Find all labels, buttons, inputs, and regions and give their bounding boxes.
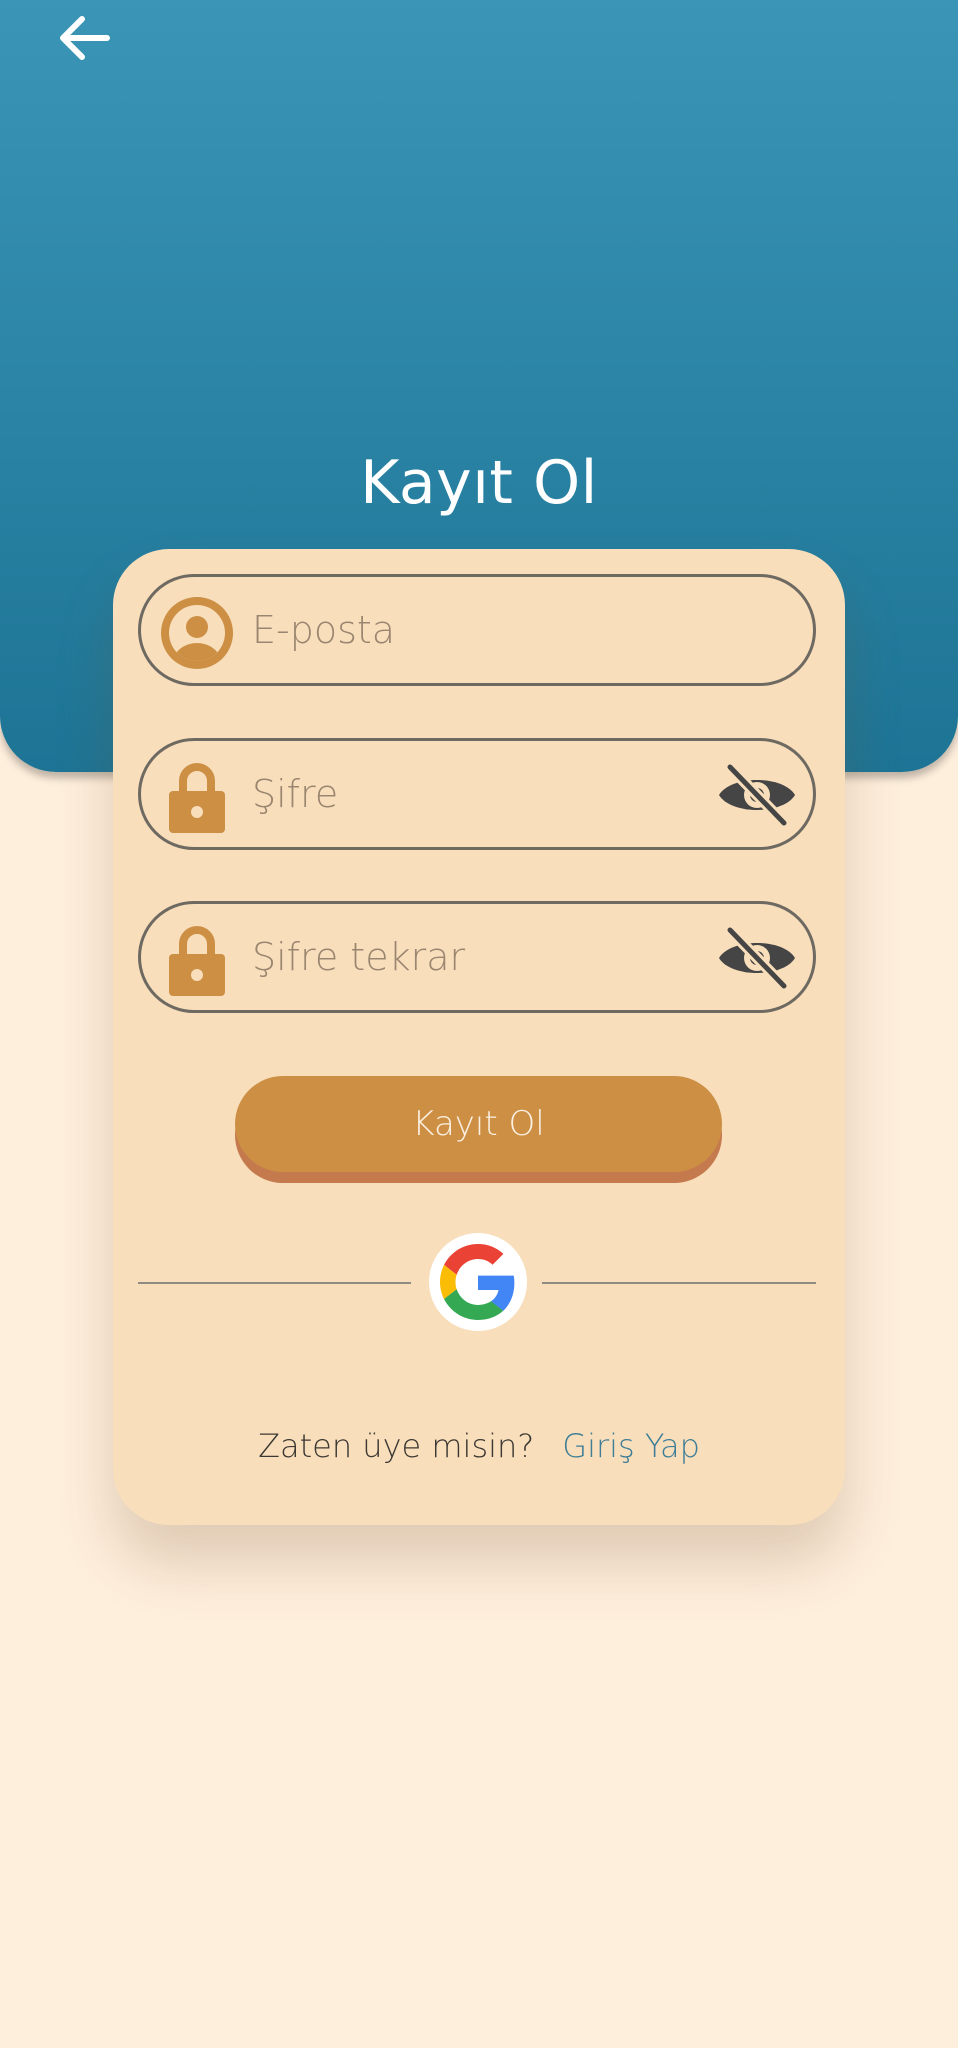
page-title: Kayıt Ol	[360, 448, 598, 518]
lock-icon	[161, 761, 233, 833]
login-link[interactable]: Giriş Yap	[562, 1427, 700, 1465]
lock-icon	[161, 924, 233, 996]
google-signin-button[interactable]	[429, 1233, 527, 1331]
eye-off-icon	[719, 925, 795, 991]
password-confirm-placeholder: Şifre tekrar	[252, 935, 466, 979]
email-placeholder: E-posta	[252, 608, 396, 652]
eye-off-icon	[719, 762, 795, 828]
google-icon	[440, 1244, 515, 1320]
back-button[interactable]	[48, 8, 118, 68]
divider-left	[138, 1282, 411, 1284]
register-button[interactable]: Kayıt Ol	[235, 1076, 722, 1172]
register-card: E-posta Şifre Şifre tekrar Kayıt Ol Zate…	[113, 549, 845, 1525]
password-confirm-visibility-toggle[interactable]	[717, 925, 797, 991]
login-prompt-text: Zaten üye misin?	[258, 1427, 535, 1465]
password-field[interactable]: Şifre	[138, 738, 816, 850]
user-icon	[161, 597, 233, 669]
arrow-left-icon	[60, 16, 110, 60]
login-prompt-row: Zaten üye misin? Giriş Yap	[113, 1424, 845, 1468]
divider-right	[542, 1282, 816, 1284]
password-visibility-toggle[interactable]	[717, 762, 797, 828]
email-field[interactable]: E-posta	[138, 574, 816, 686]
password-confirm-field[interactable]: Şifre tekrar	[138, 901, 816, 1013]
password-placeholder: Şifre	[252, 772, 339, 816]
